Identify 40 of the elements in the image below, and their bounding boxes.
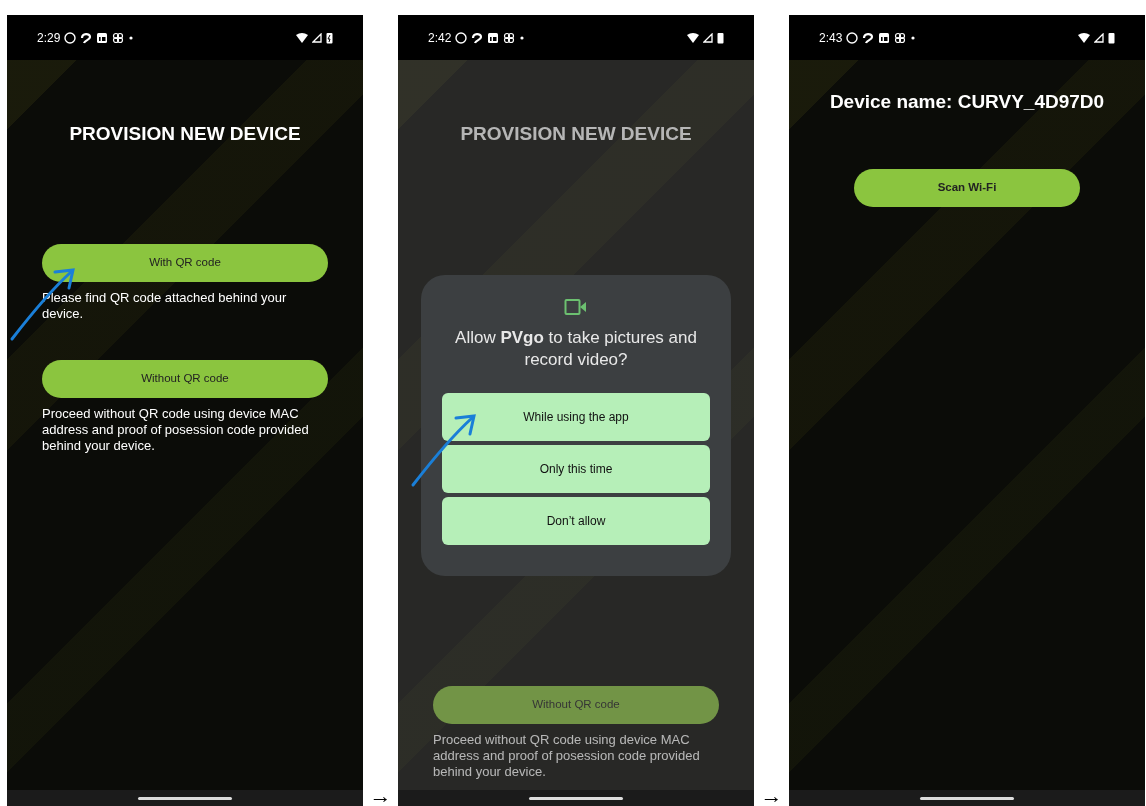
swirl-icon xyxy=(471,31,484,44)
screen-title: Device name: CURVY_4D97D0 xyxy=(828,90,1106,114)
flower-icon xyxy=(894,31,907,44)
square-icon xyxy=(96,31,109,44)
flow-arrow: → xyxy=(759,786,784,806)
square-icon xyxy=(487,31,500,44)
flower-icon xyxy=(503,31,516,44)
permission-button[interactable]: Don’t allow xyxy=(442,497,710,545)
square-icon xyxy=(878,31,891,44)
description-text: Proceed without QR code using device MAC address and proof of posession code provided behind your device. xyxy=(42,405,310,454)
home-indicator[interactable] xyxy=(920,796,1014,800)
status-time: 2:43 xyxy=(819,29,843,47)
flow-arrow: → xyxy=(368,786,393,806)
flower-icon xyxy=(112,31,125,44)
video-camera-icon xyxy=(564,297,588,317)
home-indicator[interactable] xyxy=(529,796,623,800)
wifi-icon xyxy=(687,32,699,43)
wifi-icon xyxy=(1078,32,1090,43)
status-time: 2:29 xyxy=(37,29,61,47)
screen-title: PROVISION NEW DEVICE xyxy=(459,122,693,146)
signal-icon xyxy=(312,32,322,43)
permission-button[interactable]: Only this time xyxy=(442,445,710,493)
signal-icon xyxy=(703,32,713,43)
dot-icon xyxy=(128,34,135,41)
signal-icon xyxy=(1094,32,1104,43)
action-button[interactable]: Without QR code xyxy=(433,686,719,724)
screen-title: PROVISION NEW DEVICE xyxy=(68,122,302,146)
action-button[interactable]: Without QR code xyxy=(42,359,328,398)
description-text: Proceed without QR code using device MAC address and proof of posession code provided behind your device. xyxy=(433,732,701,780)
home-indicator[interactable] xyxy=(138,796,232,800)
dot-icon xyxy=(910,34,917,41)
action-button[interactable]: With QR code xyxy=(42,243,328,282)
wifi-icon xyxy=(296,32,308,43)
status-time: 2:42 xyxy=(428,29,452,47)
swirl-icon xyxy=(80,31,93,44)
dialog-title: Allow PVgo to take pictures and record video? xyxy=(454,327,698,371)
action-button[interactable]: Scan Wi-Fi xyxy=(854,168,1080,207)
dot-icon xyxy=(519,34,526,41)
swirl-icon xyxy=(862,31,875,44)
permission-button[interactable]: While using the app xyxy=(442,393,710,441)
